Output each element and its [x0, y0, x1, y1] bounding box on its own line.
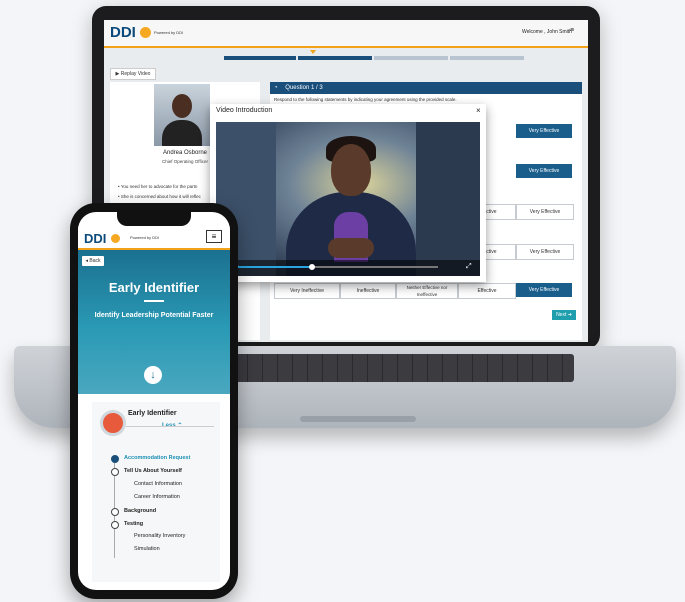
- presenter-hands: [328, 238, 374, 258]
- fullscreen-icon[interactable]: ⤢: [466, 263, 472, 271]
- progress-segment: [450, 56, 524, 60]
- answer-button[interactable]: Very Effective: [516, 164, 572, 178]
- video-controls: 0:31 / 1:17 ⤢: [216, 260, 480, 276]
- ddi-logo: DDI: [110, 24, 152, 42]
- welcome-text: Welcome , John Smith: [522, 29, 572, 35]
- step-item[interactable]: Accommodation Request: [124, 455, 190, 461]
- phone-header: DDI Powered by DDI ≡: [78, 226, 230, 250]
- profile-bullet: • You need her to advocate for the partn: [118, 184, 198, 189]
- sun-logo-icon: [140, 27, 152, 39]
- phone-screen: DDI Powered by DDI ≡ ◂ Back Early Identi…: [78, 212, 230, 590]
- scale-option[interactable]: Ineffective: [340, 283, 396, 299]
- hero-subtitle: Identify Leadership Potential Faster: [94, 312, 214, 319]
- powered-by: Powered by DDI: [154, 30, 184, 35]
- progress-segment: [298, 56, 372, 60]
- clock-icon: ◔: [274, 85, 278, 91]
- answer-button[interactable]: Very Effective: [516, 204, 574, 220]
- profile-photo: [154, 84, 210, 146]
- progress-segment: [224, 56, 296, 60]
- back-button[interactable]: ◂ Back: [82, 256, 104, 266]
- answer-button[interactable]: Very Effective: [516, 124, 572, 138]
- powered-by: Powered by DDI: [130, 235, 160, 240]
- phone-notch: [117, 212, 191, 226]
- progress-marker-icon: [310, 50, 316, 54]
- scale-option[interactable]: Effective: [458, 283, 516, 299]
- substep-item[interactable]: Simulation: [134, 546, 160, 552]
- question-instruction: Respond to the following statements by i…: [274, 97, 457, 102]
- app-header: DDI Powered by DDI Welcome , John Smith …: [104, 20, 588, 48]
- step-dot-active: [111, 455, 119, 463]
- divider: [126, 426, 214, 427]
- replay-video-button[interactable]: ▶ Replay Video: [110, 68, 156, 80]
- divider: [144, 300, 164, 302]
- arrow-down-icon[interactable]: ↓: [144, 366, 162, 384]
- scale-option[interactable]: Very Ineffective: [274, 283, 340, 299]
- substep-item[interactable]: Career Information: [134, 494, 180, 500]
- question-header: ◔ Question 1 / 3: [270, 82, 582, 94]
- step-item[interactable]: Testing: [124, 521, 143, 527]
- video-seek-knob[interactable]: [309, 264, 315, 270]
- video-seek-progress: [238, 266, 312, 268]
- step-dot: [111, 521, 119, 529]
- sun-logo-icon: [110, 234, 120, 244]
- step-dot: [111, 468, 119, 476]
- answer-button[interactable]: Very Effective: [516, 244, 574, 260]
- progress-segment: [374, 56, 448, 60]
- laptop-touchpad: [300, 416, 416, 422]
- modal-title: Video Introduction: [216, 107, 273, 114]
- close-icon[interactable]: ×: [476, 106, 481, 115]
- scale-option[interactable]: Neither Effective nor Ineffective: [396, 283, 458, 299]
- next-button[interactable]: Next ➜: [552, 310, 576, 320]
- avatar: [100, 410, 126, 436]
- profile-bullet: • She is concerned about how it will ref…: [118, 194, 201, 199]
- video-modal: Video Introduction × 0:31 / 1:17 ⤢: [210, 104, 486, 282]
- substep-item[interactable]: Contact Information: [134, 481, 182, 487]
- menu-icon[interactable]: ≡: [570, 27, 574, 34]
- hero-title: Early Identifier: [108, 280, 200, 295]
- laptop-keyboard: [232, 354, 574, 382]
- substep-item[interactable]: Personality Inventory: [134, 533, 185, 539]
- video-player[interactable]: 0:31 / 1:17 ⤢: [216, 122, 480, 276]
- scale-option-selected[interactable]: Very Effective: [516, 283, 572, 297]
- menu-icon[interactable]: ≡: [206, 230, 222, 243]
- step-dot: [111, 508, 119, 516]
- ddi-logo: DDI: [84, 230, 120, 248]
- step-item[interactable]: Tell Us About Yourself: [124, 468, 182, 474]
- step-item[interactable]: Background: [124, 508, 156, 514]
- card-title: Early Identifier: [128, 410, 177, 417]
